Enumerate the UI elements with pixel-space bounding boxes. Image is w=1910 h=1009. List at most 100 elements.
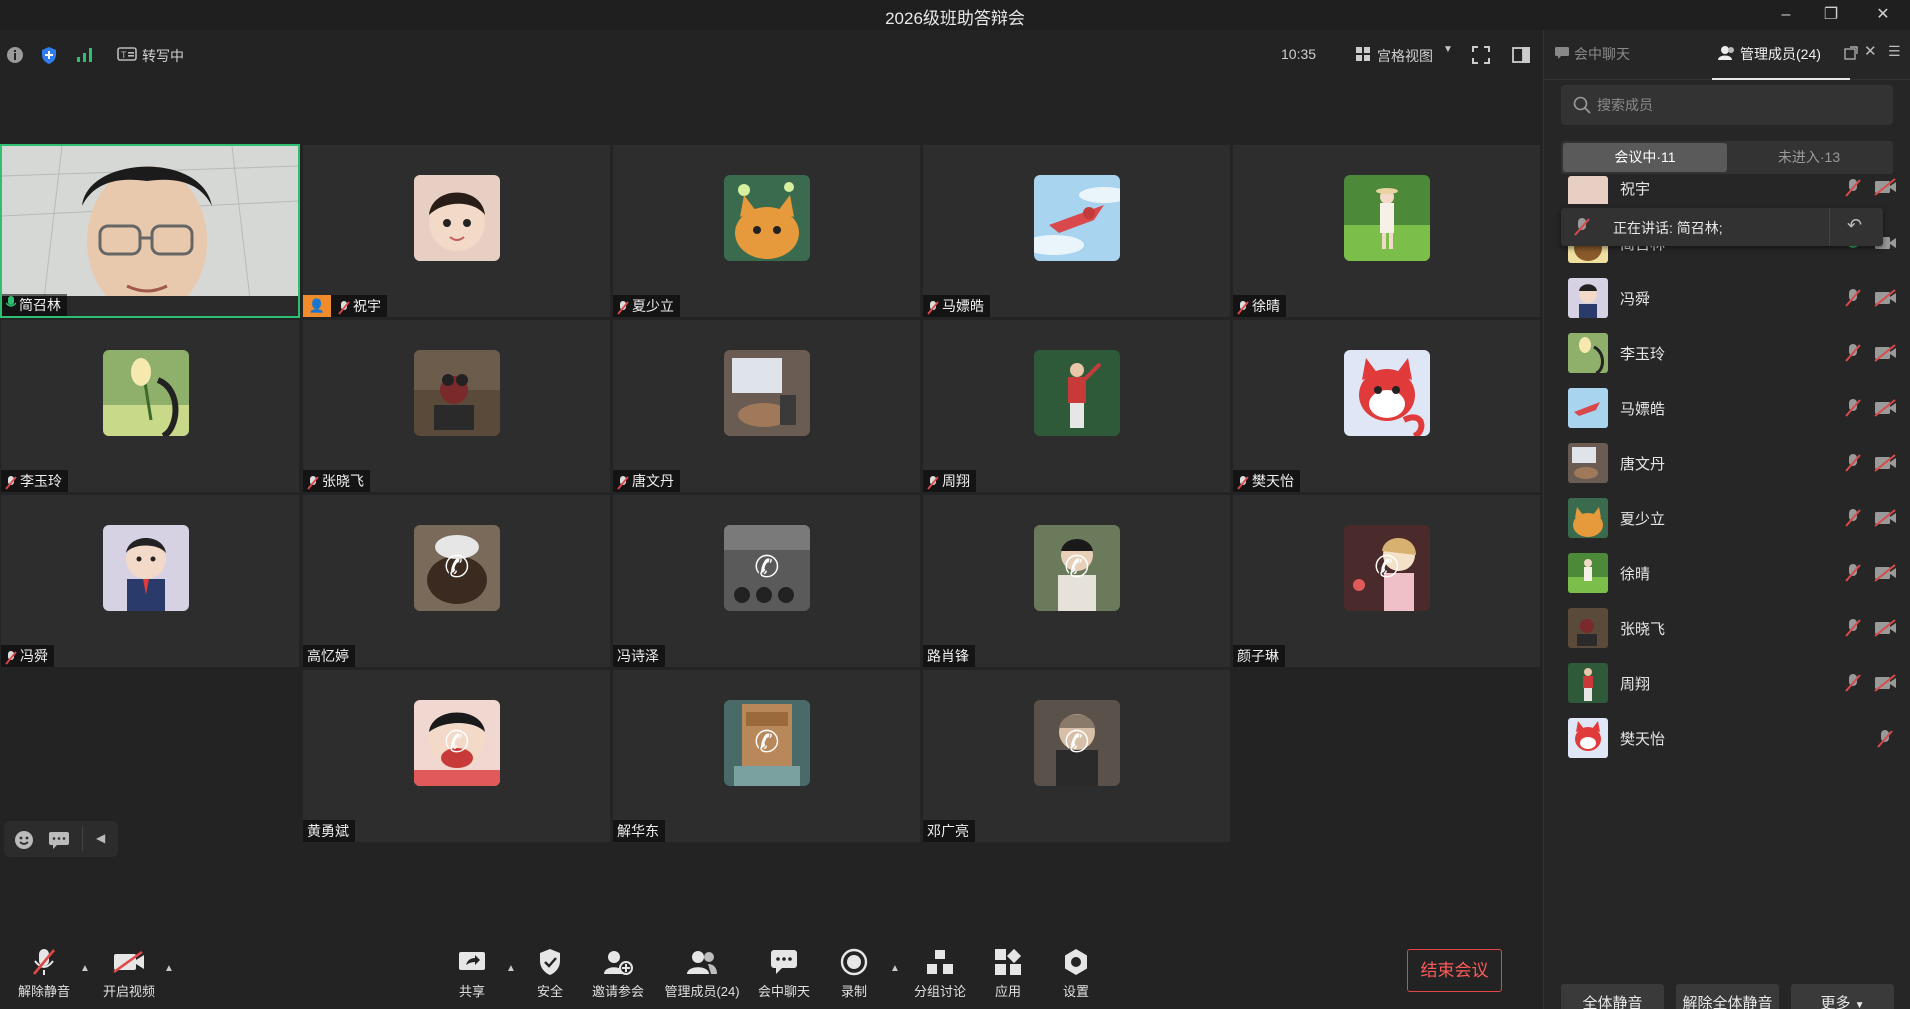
search-input[interactable] — [1597, 85, 1887, 125]
chat-bubble-icon[interactable] — [48, 831, 70, 852]
manage-members-button[interactable]: 管理成员(24) — [662, 935, 742, 1005]
panel-close-icon[interactable]: ✕ — [1864, 42, 1877, 60]
caret-down-icon[interactable]: ▼ — [1443, 44, 1453, 64]
list-item[interactable]: 张晓飞 — [1544, 600, 1910, 655]
video-tile[interactable]: 樊天怡 — [1232, 319, 1541, 493]
camera-off-icon[interactable] — [1874, 178, 1898, 196]
camera-off-icon[interactable] — [1874, 289, 1898, 307]
transcribe-status[interactable]: 转写中 — [142, 46, 184, 66]
breakout-button[interactable]: 分组讨论 — [912, 935, 968, 1005]
video-tile[interactable]: ✆ 路肖锋 — [922, 494, 1231, 668]
transcribe-icon[interactable]: T — [117, 46, 137, 66]
video-tile[interactable]: 简召林 — [0, 144, 300, 318]
video-tile[interactable]: ✆ 邓广亮 — [922, 669, 1231, 843]
tab-not-joined[interactable]: 未进入·13 — [1727, 143, 1891, 172]
tab-in-meeting[interactable]: 会议中·11 — [1563, 143, 1727, 172]
fullscreen-icon[interactable] — [1472, 46, 1490, 66]
invite-button[interactable]: 邀请参会 — [588, 935, 648, 1005]
video-tile[interactable]: 张晓飞 — [302, 319, 611, 493]
reply-arrow-icon[interactable]: ↶ — [1847, 215, 1862, 236]
video-tile[interactable]: 冯舜 — [0, 494, 300, 668]
video-tile[interactable]: 李玉玲 — [0, 319, 300, 493]
list-item[interactable]: 唐文丹 — [1544, 435, 1910, 490]
camera-off-icon[interactable] — [1874, 674, 1898, 692]
close-button[interactable]: ✕ — [1868, 2, 1898, 28]
record-options-caret-icon[interactable]: ▲ — [890, 963, 900, 974]
camera-off-icon[interactable] — [1874, 399, 1898, 417]
list-item[interactable]: 冯舜 — [1544, 270, 1910, 325]
menu-icon[interactable]: ☰ — [1888, 43, 1901, 60]
unmute-all-button[interactable]: 解除全体静音 — [1676, 984, 1779, 1009]
camera-off-icon[interactable] — [1874, 564, 1898, 582]
participant-avatar — [724, 350, 810, 436]
mic-off-icon[interactable] — [1844, 398, 1862, 418]
video-tile[interactable]: ✆ 冯诗泽 — [612, 494, 921, 668]
video-tile[interactable]: ✆ 黄勇斌 — [302, 669, 611, 843]
minimize-button[interactable]: – — [1771, 2, 1801, 28]
settings-button[interactable]: 设置 — [1058, 935, 1094, 1005]
audio-options-caret-icon[interactable]: ▲ — [80, 963, 90, 974]
member-name: 祝宇 — [1620, 181, 1651, 198]
video-tile[interactable]: 周翔 — [922, 319, 1231, 493]
list-item[interactable]: 祝宇 — [1544, 174, 1910, 204]
list-item[interactable]: 马嫖皓 — [1544, 380, 1910, 435]
mic-off-icon[interactable] — [1844, 288, 1862, 308]
video-tile[interactable]: 👤 祝宇 — [302, 144, 611, 318]
participant-name: 张晓飞 — [322, 473, 364, 489]
mic-off-icon[interactable] — [1844, 343, 1862, 363]
shield-icon[interactable] — [40, 46, 58, 66]
more-button[interactable]: 更多 ▼ — [1791, 984, 1894, 1009]
share-button[interactable]: 共享 — [452, 935, 492, 1005]
mic-off-icon[interactable] — [1876, 729, 1900, 748]
camera-off-icon[interactable] — [1874, 509, 1898, 527]
tab-members[interactable]: 管理成员(24) — [1740, 44, 1821, 64]
video-tile[interactable]: ✆ 颜子琳 — [1232, 494, 1541, 668]
restore-button[interactable]: ❐ — [1816, 2, 1846, 28]
list-item[interactable]: 樊天怡 — [1544, 710, 1910, 765]
mic-off-icon[interactable] — [1844, 453, 1862, 473]
view-mode-dropdown[interactable]: 宫格视图 — [1377, 46, 1433, 66]
record-button[interactable]: 录制 — [836, 935, 872, 1005]
camera-off-icon[interactable] — [1874, 619, 1898, 637]
participant-avatar — [1344, 350, 1430, 436]
info-icon[interactable] — [6, 46, 24, 66]
video-tile[interactable]: 马嫖皓 — [922, 144, 1231, 318]
apps-button[interactable]: 应用 — [990, 935, 1026, 1005]
start-video-button[interactable]: 开启视频 — [98, 935, 160, 1005]
mic-off-icon[interactable] — [1844, 618, 1862, 638]
emoji-icon[interactable] — [14, 830, 34, 853]
collapse-left-icon[interactable]: ◀ — [96, 831, 105, 845]
signal-strength-icon[interactable] — [76, 46, 94, 66]
tab-chat[interactable]: 会中聊天 — [1574, 44, 1630, 64]
chat-button[interactable]: 会中聊天 — [756, 935, 812, 1005]
participant-name-tag: 马嫖皓 — [923, 295, 990, 317]
grid-view-icon[interactable] — [1355, 46, 1371, 66]
video-tile[interactable]: 唐文丹 — [612, 319, 921, 493]
phone-icon: ✆ — [1064, 551, 1090, 584]
mic-off-icon — [927, 474, 939, 490]
unmute-button[interactable]: 解除静音 — [14, 935, 74, 1005]
mic-off-icon[interactable] — [1844, 673, 1862, 693]
mic-off-icon[interactable] — [1844, 563, 1862, 583]
end-meeting-button[interactable]: 结束会议 — [1407, 949, 1502, 992]
list-item[interactable]: 周翔 — [1544, 655, 1910, 710]
list-item[interactable]: 夏少立 — [1544, 490, 1910, 545]
mic-off-icon[interactable] — [1844, 178, 1862, 198]
video-tile[interactable]: ✆ 解华东 — [612, 669, 921, 843]
share-options-caret-icon[interactable]: ▲ — [506, 963, 516, 974]
camera-off-icon[interactable] — [1874, 344, 1898, 362]
list-item[interactable]: 李玉玲 — [1544, 325, 1910, 380]
video-tile[interactable]: 徐晴 — [1232, 144, 1541, 318]
security-button[interactable]: 安全 — [530, 935, 570, 1005]
video-tile[interactable]: 夏少立 — [612, 144, 921, 318]
video-tile[interactable]: ✆ 高忆婷 — [302, 494, 611, 668]
popout-icon[interactable] — [1844, 46, 1858, 63]
participant-name: 樊天怡 — [1252, 473, 1294, 489]
video-options-caret-icon[interactable]: ▲ — [164, 963, 174, 974]
list-item[interactable]: 徐晴 — [1544, 545, 1910, 600]
more-label: 更多 — [1820, 995, 1851, 1009]
camera-off-icon[interactable] — [1874, 454, 1898, 472]
sidebar-toggle-icon[interactable] — [1512, 46, 1530, 66]
mic-off-icon[interactable] — [1844, 508, 1862, 528]
mute-all-button[interactable]: 全体静音 — [1561, 984, 1664, 1009]
